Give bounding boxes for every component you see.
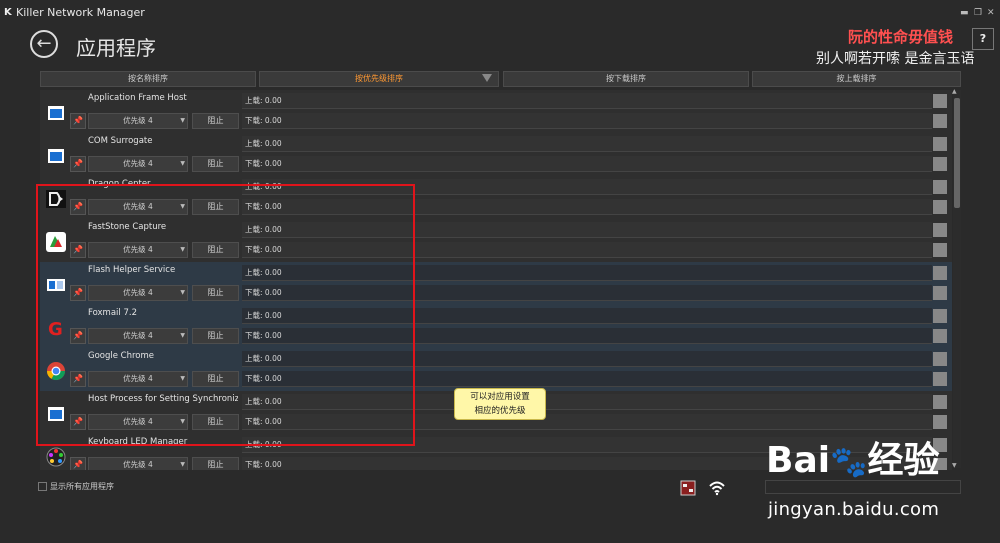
priority-dropdown[interactable]: 优先级 4 ▼ [88, 457, 188, 470]
download-slider-handle[interactable] [933, 243, 947, 257]
upload-slider-handle[interactable] [933, 395, 947, 409]
sort-by-download-button[interactable]: 按下载排序 [503, 71, 749, 87]
pin-icon[interactable]: 📌 [70, 156, 86, 172]
com-surrogate-icon [44, 145, 68, 167]
upload-slider-handle[interactable] [933, 352, 947, 366]
chevron-down-icon: ▼ [180, 461, 185, 468]
pin-icon[interactable]: 📌 [70, 457, 86, 470]
callout-line-2: 相应的优先级 [474, 406, 526, 416]
priority-value: 优先级 4 [123, 460, 153, 469]
scroll-up-icon[interactable]: ▲ [952, 88, 957, 95]
baidu-logo-text: Bai [766, 440, 831, 481]
baidu-logo: Bai🐾经验 [766, 431, 939, 483]
upload-slider-handle[interactable] [933, 180, 947, 194]
priority-value: 优先级 4 [123, 159, 153, 168]
show-all-label: 显示所有应用程序 [50, 482, 114, 491]
download-slider-handle[interactable] [933, 200, 947, 214]
sort-direction-icon [482, 74, 492, 82]
sort-by-upload-button[interactable]: 按上载排序 [752, 71, 961, 87]
priority-dropdown[interactable]: 优先级 4 ▼ [88, 113, 188, 129]
killer-logo-icon: K [4, 7, 12, 18]
upload-limit-field[interactable]: 上载: 0.00 [242, 93, 932, 109]
app-row[interactable]: COM Surrogate 📌 优先级 4 ▼ 阻止 上载: 0.00 下载: 0.00 [40, 133, 952, 176]
upload-slider-handle[interactable] [933, 223, 947, 237]
pin-icon[interactable]: 📌 [70, 113, 86, 129]
chevron-down-icon: ▼ [180, 160, 185, 167]
close-button[interactable]: ✕ [987, 8, 995, 18]
annotation-highlight-box [36, 184, 415, 446]
download-slider-handle[interactable] [933, 329, 947, 343]
upload-slider-handle[interactable] [933, 266, 947, 280]
minimize-button[interactable]: ▬ [960, 8, 969, 18]
restore-button[interactable]: ❐ [974, 8, 982, 18]
download-limit-field[interactable]: 下载: 0.00 [242, 113, 932, 129]
page-title: 应用程序 [76, 36, 156, 60]
sort-by-priority-label: 按优先级排序 [355, 74, 403, 83]
title-bar: K Killer Network Manager ▬ ❐ ✕ [0, 0, 1000, 26]
sort-by-name-button[interactable]: 按名称排序 [40, 71, 256, 87]
upload-slider-handle[interactable] [933, 94, 947, 108]
baidu-watermark: Bai🐾经验 jingyan.baidu.com [766, 431, 996, 529]
upload-slider-handle[interactable] [933, 309, 947, 323]
block-button[interactable]: 阻止 [192, 156, 239, 172]
download-slider-handle[interactable] [933, 157, 947, 171]
app-row[interactable]: Application Frame Host 📌 优先级 4 ▼ 阻止 上载: 0.00 下… [40, 90, 952, 133]
upload-slider-handle[interactable] [933, 137, 947, 151]
annotation-callout: 可以对应用设置 相应的优先级 [454, 388, 546, 420]
download-slider-handle[interactable] [933, 286, 947, 300]
callout-line-1: 可以对应用设置 [470, 392, 530, 402]
watermark-line-1: 阮的性命毋值钱 [848, 28, 954, 46]
download-slider-handle[interactable] [933, 372, 947, 386]
download-limit-field[interactable]: 下载: 0.00 [242, 156, 932, 172]
priority-value: 优先级 4 [123, 116, 153, 125]
watermark-line-2: 别人啊若开嗦 是金言玉语 [816, 51, 975, 67]
download-slider-handle[interactable] [933, 114, 947, 128]
app-frame-host-icon [44, 102, 68, 124]
back-arrow-icon[interactable]: ← [30, 30, 58, 58]
app-name: Application Frame Host [88, 93, 187, 103]
app-name: COM Surrogate [88, 136, 153, 146]
chevron-down-icon: ▼ [180, 117, 185, 124]
scrollbar-thumb[interactable] [954, 98, 960, 208]
baidu-url: jingyan.baidu.com [768, 499, 940, 520]
wifi-icon[interactable] [708, 480, 726, 496]
baidu-logo-text-2: 经验 [867, 440, 940, 481]
block-button[interactable]: 阻止 [192, 113, 239, 129]
paw-icon: 🐾 [830, 445, 868, 480]
sort-by-priority-button[interactable]: 按优先级排序 [259, 71, 499, 87]
help-button[interactable]: ? [972, 28, 994, 50]
upload-limit-field[interactable]: 上载: 0.00 [242, 136, 932, 152]
block-button[interactable]: 阻止 [192, 457, 239, 470]
network-adapter-icon[interactable] [680, 480, 696, 496]
keyboard-led-icon [44, 446, 68, 468]
show-all-checkbox[interactable] [38, 482, 47, 491]
window-title: Killer Network Manager [16, 6, 145, 19]
download-slider-handle[interactable] [933, 415, 947, 429]
priority-dropdown[interactable]: 优先级 4 ▼ [88, 156, 188, 172]
